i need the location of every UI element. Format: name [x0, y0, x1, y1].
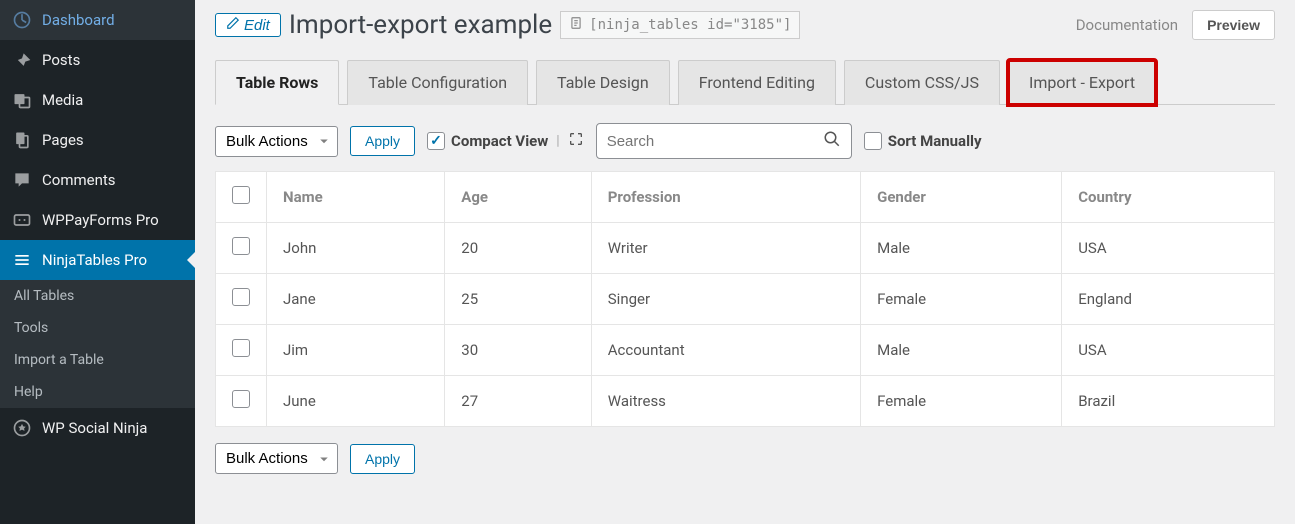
sort-manually-checkbox[interactable]	[864, 132, 882, 150]
sort-manually-label: Sort Manually	[888, 132, 982, 150]
main-content: Edit Import-export example [ninja_tables…	[195, 0, 1295, 524]
sidebar-item-wp-social-ninja[interactable]: WP Social Ninja	[0, 408, 195, 448]
media-icon	[12, 90, 32, 110]
cell-country: Brazil	[1062, 376, 1275, 427]
tab-import-export[interactable]: Import - Export	[1008, 60, 1156, 105]
cell-gender: Female	[861, 274, 1062, 325]
apply-button[interactable]: Apply	[350, 126, 415, 156]
column-header-country[interactable]: Country	[1062, 172, 1275, 223]
sidebar-item-label: Dashboard	[42, 11, 115, 29]
cell-gender: Male	[861, 325, 1062, 376]
column-header-profession[interactable]: Profession	[591, 172, 860, 223]
document-icon	[569, 16, 583, 34]
cell-country: USA	[1062, 325, 1275, 376]
sidebar-submenu: All TablesToolsImport a TableHelp	[0, 280, 195, 408]
cell-country: USA	[1062, 223, 1275, 274]
cell-gender: Female	[861, 376, 1062, 427]
cell-age: 25	[445, 274, 591, 325]
sidebar-item-wppayforms-pro[interactable]: WPPayForms Pro	[0, 200, 195, 240]
table-row[interactable]: Jim30AccountantMaleUSA	[216, 325, 1275, 376]
toolbar-top: Bulk Actions Apply Compact View | Sort M…	[215, 123, 1275, 159]
column-header-age[interactable]: Age	[445, 172, 591, 223]
cell-gender: Male	[861, 223, 1062, 274]
ninja-icon	[12, 250, 32, 270]
tabs-bar: Table RowsTable ConfigurationTable Desig…	[215, 60, 1275, 105]
column-header-gender[interactable]: Gender	[861, 172, 1062, 223]
compact-view-label: Compact View	[451, 132, 548, 150]
cell-age: 30	[445, 325, 591, 376]
row-checkbox[interactable]	[232, 390, 250, 408]
dashboard-icon	[12, 10, 32, 30]
table-row[interactable]: Jane25SingerFemaleEngland	[216, 274, 1275, 325]
cell-country: England	[1062, 274, 1275, 325]
sidebar-item-label: WPPayForms Pro	[42, 211, 159, 229]
sidebar-item-label: Media	[42, 91, 83, 109]
cell-name: John	[267, 223, 445, 274]
pin-icon	[12, 50, 32, 70]
cell-profession: Writer	[591, 223, 860, 274]
compact-view-checkbox[interactable]	[427, 132, 445, 150]
toolbar-bottom: Bulk Actions Apply	[215, 443, 1275, 474]
select-all-checkbox[interactable]	[232, 186, 250, 204]
preview-button[interactable]: Preview	[1192, 10, 1275, 40]
page-title: Import-export example	[289, 10, 552, 40]
sidebar-item-label: WP Social Ninja	[42, 419, 147, 437]
wppay-icon	[12, 210, 32, 230]
documentation-link[interactable]: Documentation	[1076, 16, 1178, 34]
comment-icon	[12, 170, 32, 190]
pencil-icon	[226, 16, 240, 34]
tab-table-configuration[interactable]: Table Configuration	[347, 60, 528, 105]
sidebar-item-pages[interactable]: Pages	[0, 120, 195, 160]
star-icon	[12, 418, 32, 438]
cell-name: Jane	[267, 274, 445, 325]
row-checkbox[interactable]	[232, 237, 250, 255]
sidebar-item-ninjatables-pro[interactable]: NinjaTables Pro	[0, 240, 195, 280]
page-header: Edit Import-export example [ninja_tables…	[215, 10, 1275, 40]
row-checkbox[interactable]	[232, 288, 250, 306]
cell-profession: Singer	[591, 274, 860, 325]
sidebar-item-label: Comments	[42, 171, 116, 189]
fullscreen-icon[interactable]	[568, 131, 584, 151]
cell-age: 20	[445, 223, 591, 274]
data-table: NameAgeProfessionGenderCountry John20Wri…	[215, 171, 1275, 427]
search-box[interactable]	[596, 123, 852, 159]
shortcode-box[interactable]: [ninja_tables id="3185"]	[560, 11, 800, 39]
sidebar-item-label: Pages	[42, 131, 84, 149]
search-icon[interactable]	[823, 130, 841, 152]
row-checkbox[interactable]	[232, 339, 250, 357]
bulk-actions-select-bottom[interactable]: Bulk Actions	[215, 443, 338, 474]
sidebar-item-media[interactable]: Media	[0, 80, 195, 120]
sidebar-item-label: Posts	[42, 51, 80, 69]
apply-button-bottom[interactable]: Apply	[350, 444, 415, 474]
edit-button[interactable]: Edit	[215, 13, 281, 37]
column-header-name[interactable]: Name	[267, 172, 445, 223]
cell-age: 27	[445, 376, 591, 427]
sidebar-item-comments[interactable]: Comments	[0, 160, 195, 200]
cell-name: Jim	[267, 325, 445, 376]
tab-frontend-editing[interactable]: Frontend Editing	[678, 60, 836, 105]
cell-name: June	[267, 376, 445, 427]
divider: |	[556, 133, 559, 149]
sidebar-item-label: NinjaTables Pro	[42, 251, 147, 269]
tab-table-design[interactable]: Table Design	[536, 60, 670, 105]
table-row[interactable]: June27WaitressFemaleBrazil	[216, 376, 1275, 427]
shortcode-text: [ninja_tables id="3185"]	[589, 17, 791, 33]
admin-sidebar: Dashboard Posts Media Pages Comments WPPayFor…	[0, 0, 195, 524]
table-row[interactable]: John20WriterMaleUSA	[216, 223, 1275, 274]
bulk-actions-select[interactable]: Bulk Actions	[215, 126, 338, 157]
pages-icon	[12, 130, 32, 150]
sidebar-item-dashboard[interactable]: Dashboard	[0, 0, 195, 40]
search-input[interactable]	[607, 133, 823, 150]
submenu-item-help[interactable]: Help	[0, 376, 195, 408]
cell-profession: Accountant	[591, 325, 860, 376]
submenu-item-tools[interactable]: Tools	[0, 312, 195, 344]
sidebar-item-posts[interactable]: Posts	[0, 40, 195, 80]
submenu-item-import-a-table[interactable]: Import a Table	[0, 344, 195, 376]
cell-profession: Waitress	[591, 376, 860, 427]
tab-custom-css-js[interactable]: Custom CSS/JS	[844, 60, 1000, 105]
edit-button-label: Edit	[244, 17, 270, 34]
submenu-item-all-tables[interactable]: All Tables	[0, 280, 195, 312]
tab-table-rows[interactable]: Table Rows	[215, 60, 339, 105]
